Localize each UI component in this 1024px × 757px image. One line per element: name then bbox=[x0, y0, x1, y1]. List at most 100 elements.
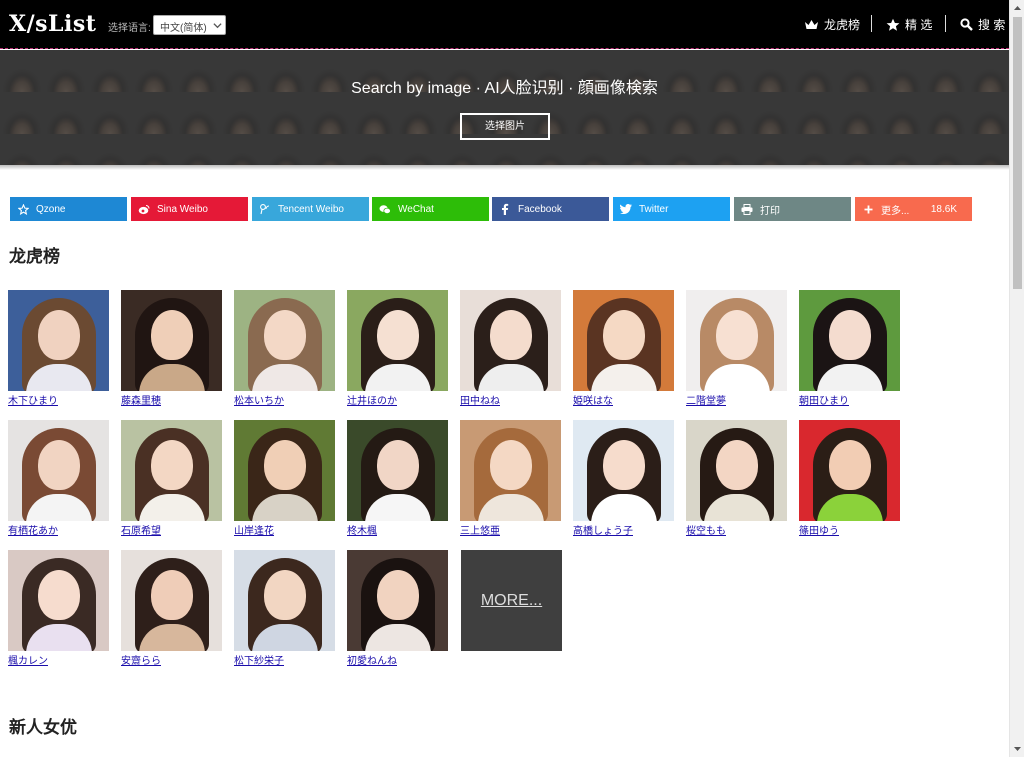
actress-photo[interactable] bbox=[8, 420, 109, 521]
printer-icon bbox=[741, 203, 753, 215]
actress-card[interactable]: 桜空もも bbox=[686, 420, 788, 537]
actress-name-link[interactable]: 楓カレン bbox=[8, 652, 48, 667]
actress-card[interactable]: 木下ひまり bbox=[8, 290, 110, 407]
share-button-label: 打印 bbox=[760, 205, 780, 217]
banner-shadow bbox=[0, 165, 1009, 170]
actress-name-link[interactable]: 柊木楓 bbox=[347, 522, 377, 537]
actress-name-link[interactable]: 姫咲はな bbox=[573, 392, 613, 407]
scroll-down-arrow-icon[interactable] bbox=[1013, 744, 1022, 753]
actress-card[interactable]: 安齋らら bbox=[121, 550, 223, 667]
actress-name-link[interactable]: 桜空もも bbox=[686, 522, 726, 537]
actress-card[interactable]: 初愛ねんね bbox=[347, 550, 449, 667]
actress-card[interactable]: 柊木楓 bbox=[347, 420, 449, 537]
actress-photo[interactable] bbox=[8, 550, 109, 651]
share-button-wechat[interactable]: WeChat bbox=[372, 197, 489, 221]
actress-name-link[interactable]: 田中ねね bbox=[460, 392, 500, 407]
actress-name-link[interactable]: 有栖花あか bbox=[8, 522, 58, 537]
facebook-icon bbox=[499, 203, 511, 215]
nav-search-label: 搜 索 bbox=[978, 18, 1006, 32]
actress-photo[interactable] bbox=[347, 290, 448, 391]
portrait-face bbox=[377, 570, 419, 620]
share-button-label: 更多... bbox=[881, 205, 910, 217]
actress-card[interactable]: 篠田ゆう bbox=[799, 420, 901, 537]
nav-featured-label: 精 选 bbox=[905, 18, 933, 32]
actress-card[interactable]: 藤森里穂 bbox=[121, 290, 223, 407]
banner-title: Search by image · AI人脸识别 · 顔画像検索 bbox=[351, 80, 658, 97]
share-button-tencent-weibo[interactable]: Tencent Weibo bbox=[252, 197, 369, 221]
share-button-print[interactable]: 打印 bbox=[734, 197, 851, 221]
actress-name-link[interactable]: 三上悠亜 bbox=[460, 522, 500, 537]
actress-photo[interactable] bbox=[347, 420, 448, 521]
portrait-face bbox=[38, 440, 80, 490]
share-button-label: Sina Weibo bbox=[157, 203, 208, 215]
actress-photo[interactable] bbox=[460, 420, 561, 521]
portrait-face bbox=[151, 570, 193, 620]
actress-card[interactable]: 二階堂夢 bbox=[686, 290, 788, 407]
actress-card[interactable]: 田中ねね bbox=[460, 290, 562, 407]
more-button[interactable]: MORE... bbox=[461, 550, 562, 651]
share-button-sina-weibo[interactable]: Sina Weibo bbox=[131, 197, 248, 221]
twitter-icon bbox=[620, 203, 632, 215]
choose-image-button[interactable]: 选择图片 bbox=[460, 113, 550, 140]
actress-photo[interactable] bbox=[573, 290, 674, 391]
actress-photo[interactable] bbox=[347, 550, 448, 651]
nav-ranking[interactable]: 龙虎榜 bbox=[804, 16, 860, 33]
portrait-face bbox=[264, 310, 306, 360]
portrait-face bbox=[38, 310, 80, 360]
actress-name-link[interactable]: 松下紗栄子 bbox=[234, 652, 284, 667]
actress-name-link[interactable]: 安齋らら bbox=[121, 652, 161, 667]
share-count: 18.6K bbox=[930, 204, 957, 215]
actress-name-link[interactable]: 石原希望 bbox=[121, 522, 161, 537]
actress-card[interactable]: 楓カレン bbox=[8, 550, 110, 667]
actress-card[interactable]: 石原希望 bbox=[121, 420, 223, 537]
actress-card[interactable]: 山岸逢花 bbox=[234, 420, 336, 537]
actress-photo[interactable] bbox=[121, 420, 222, 521]
actress-card[interactable]: 朝田ひまり bbox=[799, 290, 901, 407]
actress-name-link[interactable]: 藤森里穂 bbox=[121, 392, 161, 407]
actress-name-link[interactable]: 篠田ゆう bbox=[799, 522, 839, 537]
language-select[interactable]: 中文(简体) bbox=[153, 15, 226, 35]
actress-card[interactable]: 辻井ほのか bbox=[347, 290, 449, 407]
site-logo[interactable]: X/sList bbox=[9, 11, 96, 37]
scroll-up-arrow-icon[interactable] bbox=[1013, 4, 1022, 13]
nav-search[interactable]: 搜 索 bbox=[960, 16, 1005, 33]
actress-card[interactable]: 松下紗栄子 bbox=[234, 550, 336, 667]
actress-card[interactable]: 有栖花あか bbox=[8, 420, 110, 537]
actress-name-link[interactable]: 木下ひまり bbox=[8, 392, 58, 407]
actress-name-link[interactable]: 初愛ねんね bbox=[347, 652, 397, 667]
portrait-face bbox=[377, 440, 419, 490]
actress-photo[interactable] bbox=[460, 290, 561, 391]
actress-photo[interactable] bbox=[121, 290, 222, 391]
share-button-more[interactable]: 更多... 18.6K bbox=[855, 197, 972, 221]
actress-name-link[interactable]: 朝田ひまり bbox=[799, 392, 849, 407]
portrait-face bbox=[829, 440, 871, 490]
actress-card[interactable]: 松本いちか bbox=[234, 290, 336, 407]
actress-photo[interactable] bbox=[573, 420, 674, 521]
nav-featured[interactable]: 精 选 bbox=[886, 16, 932, 33]
actress-photo[interactable] bbox=[8, 290, 109, 391]
actress-name-link[interactable]: 辻井ほのか bbox=[347, 392, 397, 407]
actress-card[interactable]: 姫咲はな bbox=[573, 290, 675, 407]
actress-photo[interactable] bbox=[121, 550, 222, 651]
actress-name-link[interactable]: 山岸逢花 bbox=[234, 522, 274, 537]
actress-photo[interactable] bbox=[799, 290, 900, 391]
actress-card[interactable]: 三上悠亜 bbox=[460, 420, 562, 537]
share-button-qzone[interactable]: Qzone bbox=[10, 197, 127, 221]
portrait-face bbox=[716, 310, 758, 360]
tencent-weibo-icon bbox=[259, 203, 271, 215]
actress-card[interactable]: 高橋しょう子 bbox=[573, 420, 675, 537]
actress-photo[interactable] bbox=[799, 420, 900, 521]
chevron-down-icon bbox=[213, 23, 222, 29]
actress-photo[interactable] bbox=[234, 550, 335, 651]
actress-name-link[interactable]: 高橋しょう子 bbox=[573, 522, 633, 537]
actress-photo[interactable] bbox=[234, 290, 335, 391]
scrollbar[interactable] bbox=[1009, 0, 1024, 757]
scrollbar-thumb[interactable] bbox=[1013, 17, 1022, 289]
share-button-facebook[interactable]: Facebook bbox=[492, 197, 609, 221]
actress-name-link[interactable]: 松本いちか bbox=[234, 392, 284, 407]
share-button-twitter[interactable]: Twitter bbox=[613, 197, 730, 221]
actress-name-link[interactable]: 二階堂夢 bbox=[686, 392, 726, 407]
actress-photo[interactable] bbox=[234, 420, 335, 521]
actress-photo[interactable] bbox=[686, 290, 787, 391]
actress-photo[interactable] bbox=[686, 420, 787, 521]
